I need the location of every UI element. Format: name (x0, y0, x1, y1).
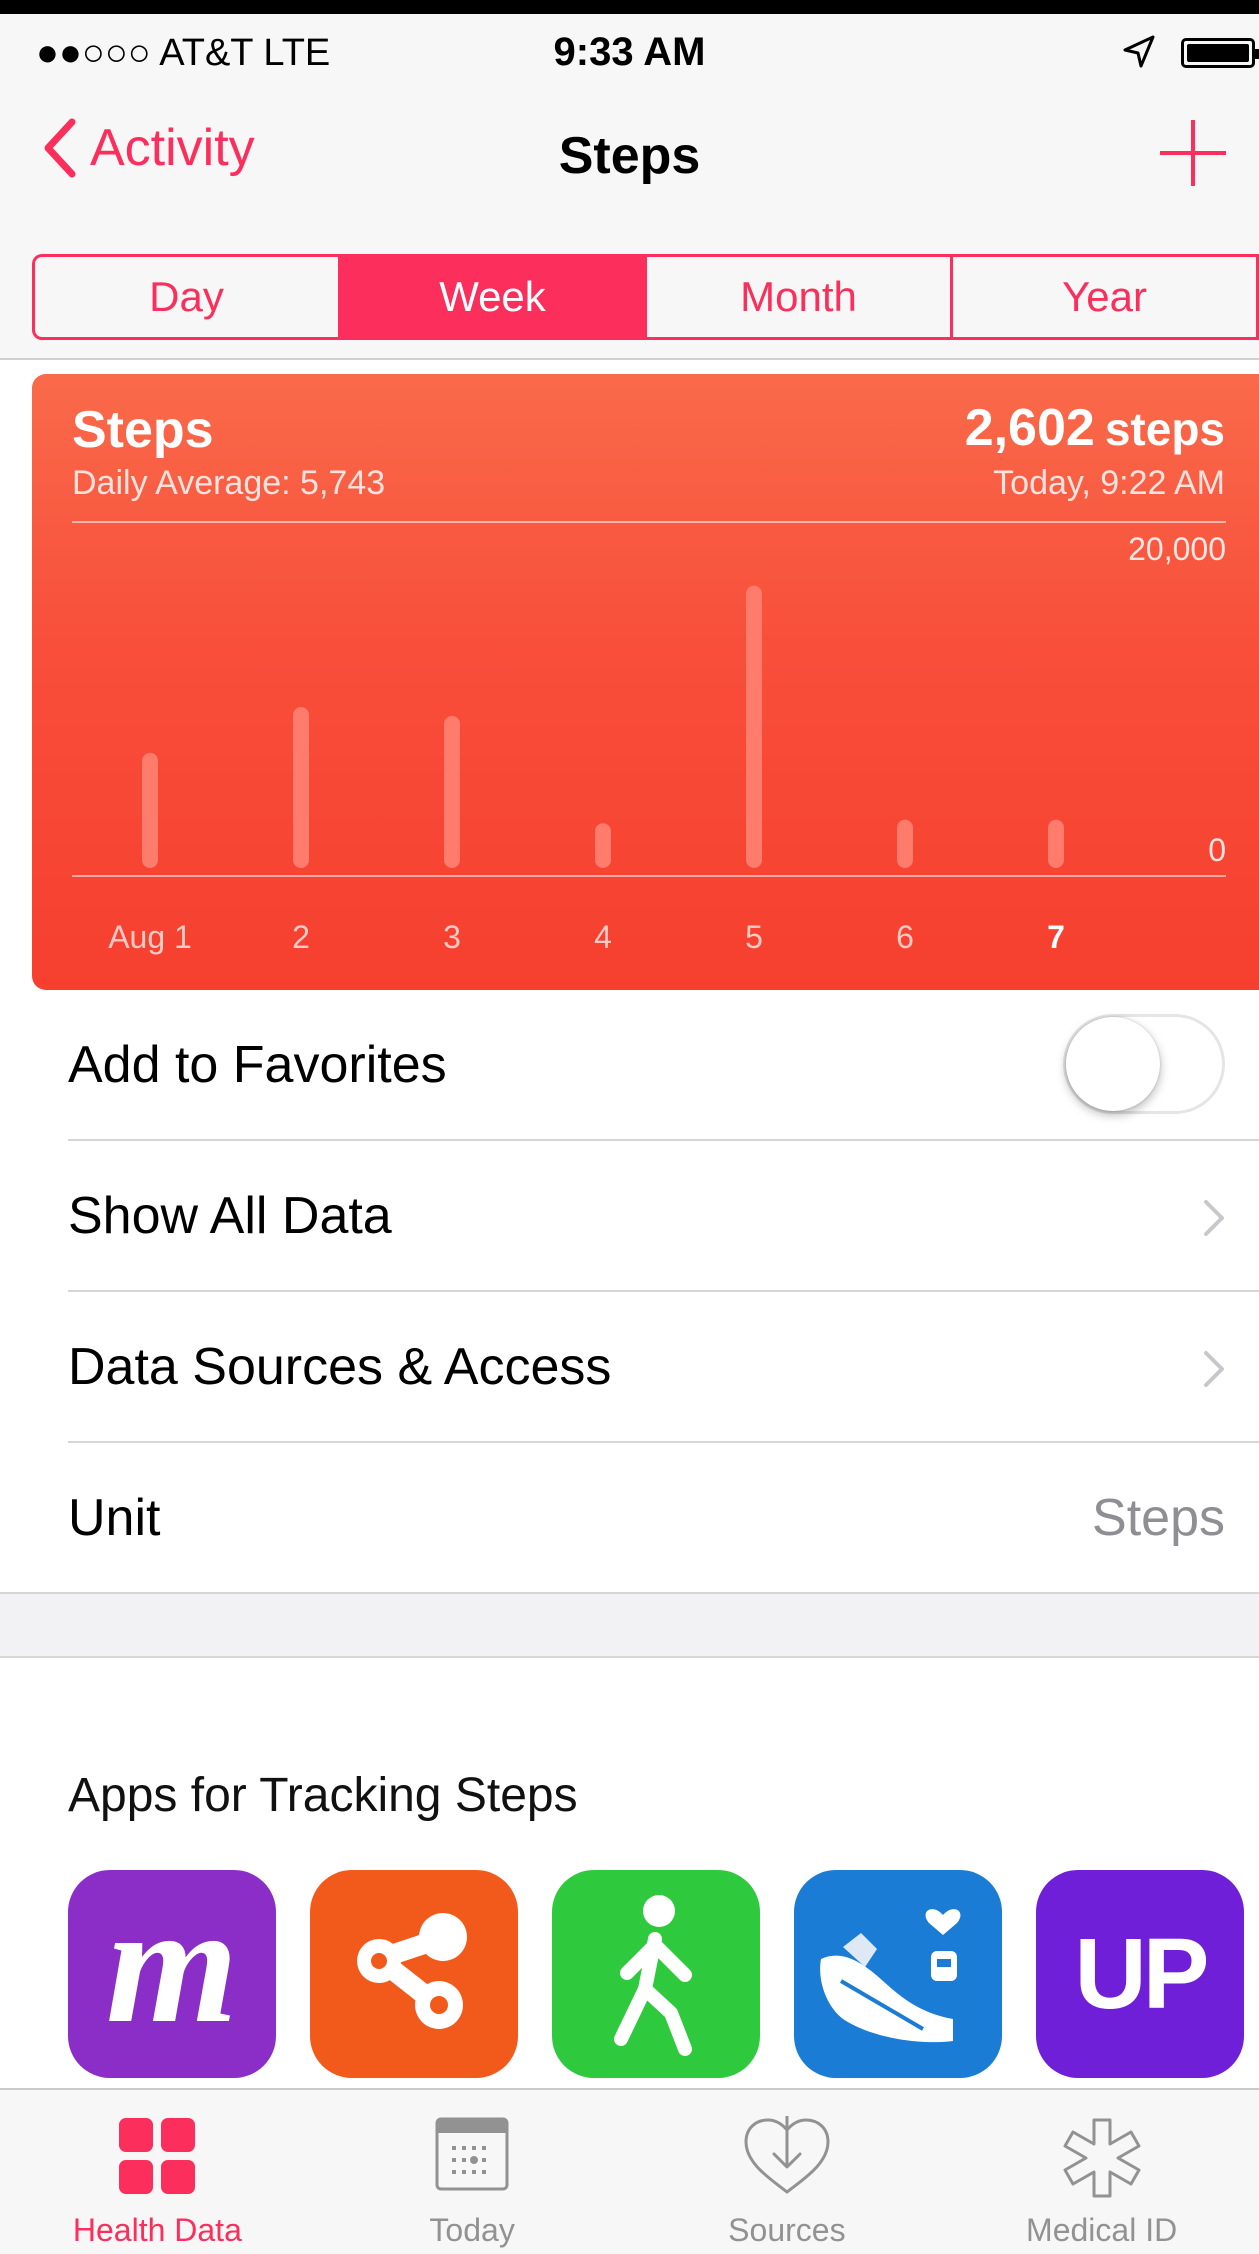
tab-sources[interactable]: Sources (630, 2090, 945, 2254)
data-sources-label: Data Sources & Access (68, 1337, 612, 1396)
runkeeper-logo-icon (357, 1913, 467, 2029)
y-tick-label-min: 0 (1208, 832, 1226, 868)
unit-row[interactable]: Unit Steps (0, 1443, 1259, 1594)
bar-2 (293, 707, 309, 868)
tab-label: Today (429, 2212, 515, 2248)
health-data-icon (119, 2118, 196, 2194)
bar-7 (1048, 819, 1064, 868)
tab-label: Health Data (72, 2212, 242, 2248)
sources-icon (744, 2116, 830, 2194)
show-all-data-label: Show All Data (68, 1186, 392, 1245)
apps-section-title: Apps for Tracking Steps (68, 1769, 578, 1822)
moves-logo-letter: m (105, 1870, 239, 2058)
latest-value-unit: steps (1104, 403, 1225, 455)
tab-today[interactable]: Today (315, 2090, 630, 2254)
tab-health-data[interactable]: Health Data (0, 2090, 315, 2254)
latest-time: Today, 9:22 AM (993, 464, 1225, 502)
add-data-button[interactable] (1160, 120, 1226, 186)
running-shoe-icon (820, 1909, 961, 2043)
bar-5 (746, 585, 762, 868)
status-bar: ●●○○○ AT&T LTE 9:33 AM (0, 14, 1259, 84)
x-tick-label-2: 2 (292, 919, 310, 955)
latest-value: 2,602 steps (965, 398, 1225, 458)
latest-value-number: 2,602 (964, 399, 1095, 457)
calendar-icon (435, 2117, 509, 2191)
walking-person-icon (614, 1895, 692, 2056)
steps-chart-card[interactable]: 20,000 0 Aug 1 2 3 4 5 6 7 Steps Daily Average: … (32, 374, 1259, 990)
tab-label: Medical ID (1026, 2212, 1178, 2248)
favorites-row: Add to Favorites (68, 990, 1259, 1141)
location-arrow-icon (1123, 35, 1155, 68)
y-tick-label-max: 20,000 (1128, 531, 1226, 567)
data-sources-row[interactable]: Data Sources & Access (68, 1292, 1259, 1443)
bar-1 (142, 752, 158, 868)
x-tick-label-6: 6 (896, 919, 914, 955)
segment-year[interactable]: Year (953, 257, 1259, 337)
settings-list: Add to Favorites Show All Data Data Sour… (0, 990, 1259, 1594)
clock: 9:33 AM (553, 30, 706, 74)
segment-month[interactable]: Month (647, 257, 953, 337)
moves-app-icon[interactable]: m (68, 1870, 276, 2078)
pacer-app-icon[interactable] (794, 1870, 1002, 2078)
show-all-data-row[interactable]: Show All Data (68, 1141, 1259, 1292)
segment-day[interactable]: Day (35, 257, 341, 337)
toggle-knob (1066, 1017, 1160, 1111)
top-edge (0, 0, 1259, 14)
tab-medical-id[interactable]: Medical ID (944, 2090, 1259, 2254)
x-tick-label-4: 4 (594, 919, 612, 955)
battery-icon (1181, 38, 1259, 68)
runkeeper-app-icon[interactable] (310, 1870, 518, 2078)
section-separator (0, 1594, 1259, 1658)
tab-bar: Health Data Today Sources Medical ID (0, 2088, 1259, 2254)
medical-id-icon (1063, 2118, 1141, 2198)
time-range-segmented-control: Day Week Month Year (32, 254, 1259, 340)
bar-4 (595, 823, 611, 868)
favorites-label: Add to Favorites (68, 1035, 447, 1094)
chevron-right-icon (1204, 1200, 1224, 1236)
page-title: Steps (558, 127, 701, 185)
x-tick-label-5: 5 (745, 919, 763, 955)
bar-3 (444, 715, 460, 868)
x-tick-label-7: 7 (1047, 919, 1065, 955)
tab-label: Sources (728, 2212, 846, 2248)
up-logo-text: UP (1074, 1917, 1210, 2030)
favorites-toggle[interactable] (1063, 1014, 1225, 1114)
card-title: Steps (72, 401, 214, 459)
navigation-bar: Activity Steps (0, 84, 1259, 234)
x-tick-label-1: Aug 1 (108, 919, 192, 955)
unit-value: Steps (1092, 1488, 1225, 1547)
pedometer-app-icon[interactable] (552, 1870, 760, 2078)
apps-row: m UP (68, 1870, 1259, 2078)
daily-average: Daily Average: 5,743 (72, 464, 386, 502)
chevron-right-icon (1204, 1351, 1224, 1387)
segment-area: Day Week Month Year (0, 234, 1259, 360)
segment-week[interactable]: Week (341, 257, 647, 337)
x-tick-label-3: 3 (443, 919, 461, 955)
up-app-icon[interactable]: UP (1036, 1870, 1244, 2078)
unit-label: Unit (68, 1488, 161, 1547)
bar-6 (897, 819, 913, 868)
